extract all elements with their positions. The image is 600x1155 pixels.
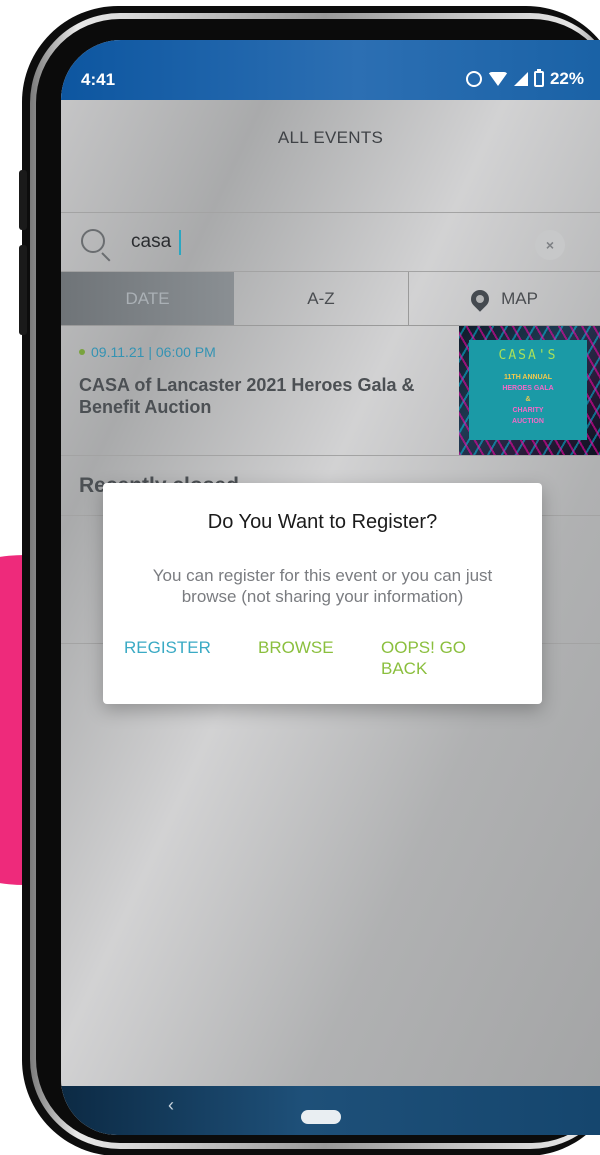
navigation-bar: ‹ bbox=[61, 1086, 600, 1135]
event-title: CASA of Lancaster 2021 Heroes Gala & Ben… bbox=[79, 375, 415, 417]
phone-screen: 4:41 22% ALL EVENTS × DATE A-Z bbox=[61, 40, 600, 1135]
event-date-text: 09.11.21 | 06:00 PM bbox=[91, 344, 216, 360]
signal-icon bbox=[513, 72, 528, 86]
tab-map-label: MAP bbox=[501, 288, 538, 308]
tab-date[interactable]: DATE bbox=[61, 272, 234, 325]
text-cursor bbox=[179, 230, 181, 255]
status-time: 4:41 bbox=[81, 70, 116, 89]
back-icon[interactable]: ‹ bbox=[168, 1095, 174, 1116]
filter-tabs: DATE A-Z MAP bbox=[61, 272, 600, 326]
search-bar: × bbox=[61, 212, 600, 272]
wifi-icon bbox=[487, 72, 508, 86]
thumbnail-logo: CASA'S bbox=[498, 348, 558, 363]
page-title-text: ALL EVENTS bbox=[277, 128, 384, 147]
register-dialog: Do You Want to Register? You can registe… bbox=[103, 483, 542, 704]
thumbnail-text: 11TH ANNUAL HEROES GALA & CHARITY AUCTIO… bbox=[469, 372, 587, 427]
alarm-icon bbox=[465, 71, 482, 87]
status-icons: 22% bbox=[465, 69, 584, 89]
screenshot-stage: 4:41 22% ALL EVENTS × DATE A-Z bbox=[0, 0, 600, 1155]
event-date: 09.11.21 | 06:00 PM bbox=[79, 344, 216, 360]
thumbnail-line: CHARITY bbox=[512, 407, 544, 414]
page-title: ALL EVENTS bbox=[61, 100, 600, 212]
phone-side-button bbox=[19, 170, 27, 230]
event-thumbnail: CASA'S 11TH ANNUAL HEROES GALA & CHARITY… bbox=[459, 326, 600, 455]
search-icon bbox=[81, 229, 105, 253]
thumbnail-line: AUCTION bbox=[512, 418, 544, 425]
map-pin-icon bbox=[467, 285, 493, 312]
thumbnail-line: 11TH ANNUAL bbox=[504, 374, 552, 381]
tab-a-z[interactable]: A-Z bbox=[234, 272, 409, 325]
status-dot-icon bbox=[79, 349, 85, 355]
battery-icon bbox=[533, 69, 544, 87]
thumbnail-line: HEROES GALA bbox=[502, 385, 554, 392]
thumbnail-line: & bbox=[525, 396, 531, 403]
tab-map[interactable]: MAP bbox=[409, 272, 600, 325]
browse-button[interactable]: BROWSE bbox=[258, 637, 334, 658]
go-back-button[interactable]: OOPS! GO BACK bbox=[381, 637, 501, 679]
tab-date-label: DATE bbox=[125, 288, 170, 308]
home-handle-icon[interactable] bbox=[301, 1110, 341, 1124]
phone-volume-button bbox=[19, 245, 27, 335]
dialog-message: You can register for this event or you c… bbox=[152, 566, 493, 606]
dialog-title: Do You Want to Register? bbox=[207, 511, 438, 533]
status-bar: 4:41 22% bbox=[61, 40, 600, 100]
search-input[interactable] bbox=[131, 227, 511, 257]
tab-a-z-label: A-Z bbox=[307, 288, 335, 308]
event-list-item[interactable]: 09.11.21 | 06:00 PM CASA of Lancaster 20… bbox=[61, 326, 600, 456]
register-button[interactable]: REGISTER bbox=[124, 637, 211, 658]
clear-search-button[interactable]: × bbox=[535, 230, 565, 260]
thumbnail-panel: CASA'S 11TH ANNUAL HEROES GALA & CHARITY… bbox=[469, 340, 587, 440]
battery-percent: 22% bbox=[549, 69, 584, 88]
